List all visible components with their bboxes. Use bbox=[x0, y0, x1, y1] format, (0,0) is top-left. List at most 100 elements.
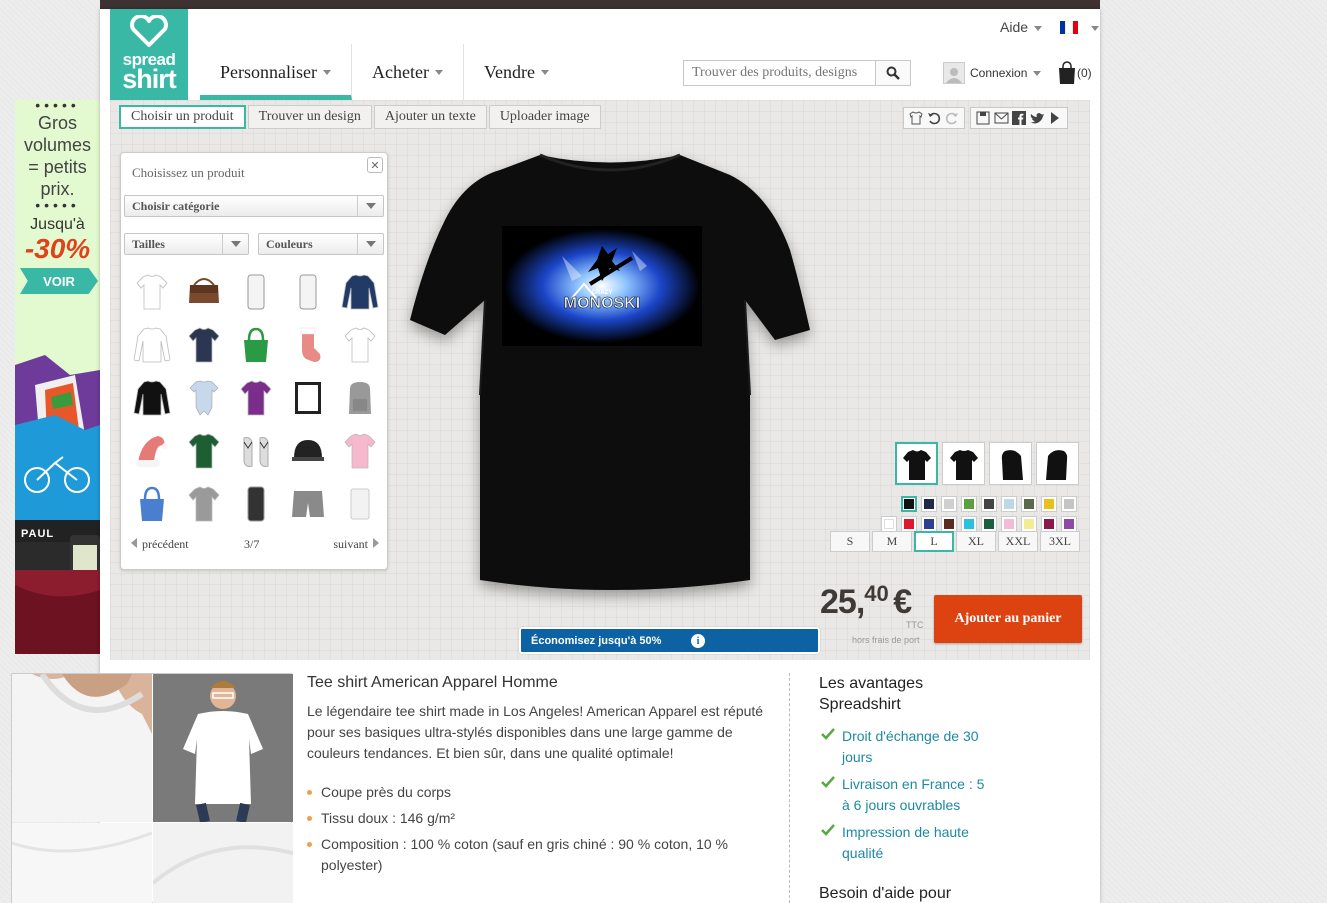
size-s[interactable]: S bbox=[830, 531, 870, 552]
color-swatch[interactable] bbox=[961, 496, 977, 512]
shirt-preview[interactable]: CRAZY MONOSKI bbox=[390, 140, 830, 610]
product-thumb-phone[interactable] bbox=[230, 477, 282, 530]
color-swatch[interactable] bbox=[1041, 496, 1057, 512]
tab-add-text[interactable]: Ajouter un texte bbox=[373, 105, 487, 129]
product-thumb-onesie[interactable] bbox=[178, 371, 230, 424]
prev-page-button[interactable]: précédent bbox=[131, 537, 189, 552]
product-thumb-tee[interactable] bbox=[230, 371, 282, 424]
category-select[interactable]: Choisir catégorie bbox=[124, 195, 384, 217]
product-thumb-santahat[interactable] bbox=[126, 424, 178, 477]
play-icon[interactable] bbox=[1046, 110, 1064, 126]
login-menu[interactable]: Connexion bbox=[943, 62, 1042, 84]
product-thumb-longsleeve[interactable] bbox=[334, 265, 386, 318]
redo-icon[interactable] bbox=[943, 110, 961, 126]
color-swatch[interactable] bbox=[901, 496, 917, 512]
product-thumb-tee[interactable] bbox=[334, 424, 386, 477]
advantage-item[interactable]: Impression de haute qualité bbox=[819, 822, 991, 864]
twitter-icon[interactable] bbox=[1028, 110, 1046, 126]
sizes-select[interactable]: Tailles bbox=[124, 233, 249, 255]
view-left[interactable] bbox=[989, 442, 1032, 485]
photo-neck-detail[interactable] bbox=[12, 674, 152, 822]
photo-fabric-detail[interactable] bbox=[153, 823, 293, 903]
advantage-item[interactable]: Livraison en France : 5 à 6 jours ouvrab… bbox=[819, 774, 991, 816]
email-icon[interactable] bbox=[992, 110, 1010, 126]
add-to-cart-button[interactable]: Ajouter au panier bbox=[934, 595, 1082, 643]
search-button[interactable] bbox=[875, 61, 910, 85]
color-swatch[interactable] bbox=[1061, 496, 1077, 512]
color-swatch[interactable] bbox=[1021, 496, 1037, 512]
view-right[interactable] bbox=[1036, 442, 1079, 485]
product-thumb-cap[interactable] bbox=[282, 424, 334, 477]
size-l[interactable]: L bbox=[914, 531, 954, 552]
save-icon[interactable] bbox=[974, 110, 992, 126]
product-thumb-tee[interactable] bbox=[178, 424, 230, 477]
product-thumb-flipflops[interactable] bbox=[230, 424, 282, 477]
size-xl[interactable]: XL bbox=[956, 531, 996, 552]
chevron-down-icon[interactable] bbox=[1091, 26, 1099, 31]
color-swatch[interactable] bbox=[981, 496, 997, 512]
product-thumb-shorts[interactable] bbox=[282, 477, 334, 530]
design-print[interactable]: CRAZY MONOSKI bbox=[502, 226, 702, 346]
photo-model[interactable] bbox=[153, 674, 293, 822]
search-input[interactable] bbox=[684, 61, 875, 85]
size-3xl[interactable]: 3XL bbox=[1040, 531, 1080, 552]
view-front[interactable] bbox=[895, 442, 938, 485]
product-thumb-frame[interactable] bbox=[282, 371, 334, 424]
product-thumb-mug[interactable] bbox=[334, 477, 386, 530]
product-thumb-tee[interactable] bbox=[126, 265, 178, 318]
color-swatch[interactable] bbox=[901, 516, 917, 532]
color-swatch[interactable] bbox=[881, 516, 897, 532]
product-thumb-bag[interactable] bbox=[178, 265, 230, 318]
shirt-icon[interactable] bbox=[907, 110, 925, 126]
view-back[interactable] bbox=[942, 442, 985, 485]
color-swatch[interactable] bbox=[1001, 496, 1017, 512]
france-flag-icon[interactable] bbox=[1060, 21, 1078, 34]
product-thumb-tee[interactable] bbox=[178, 477, 230, 530]
advantage-item[interactable]: Droit d'échange de 30 jours bbox=[819, 726, 991, 768]
color-swatch[interactable] bbox=[1061, 516, 1077, 532]
savings-banner[interactable]: Économisez jusqu'à 50% i bbox=[519, 627, 820, 654]
color-swatch[interactable] bbox=[961, 516, 977, 532]
color-swatch[interactable] bbox=[921, 516, 937, 532]
color-swatch[interactable] bbox=[1001, 516, 1017, 532]
color-swatch[interactable] bbox=[1041, 516, 1057, 532]
product-thumb-phone[interactable] bbox=[230, 265, 282, 318]
photo-shoulder-detail[interactable] bbox=[12, 823, 152, 903]
size-m[interactable]: M bbox=[872, 531, 912, 552]
tab-upload-image[interactable]: Uploader image bbox=[488, 105, 601, 129]
product-thumb-stocking[interactable] bbox=[282, 318, 334, 371]
color-swatch[interactable] bbox=[981, 516, 997, 532]
help-menu[interactable]: Aide bbox=[1000, 19, 1043, 35]
tab-find-design[interactable]: Trouver un design bbox=[247, 105, 372, 129]
product-thumb-tote[interactable] bbox=[230, 318, 282, 371]
product-thumb-tee[interactable] bbox=[178, 318, 230, 371]
price-cents: 40 bbox=[864, 581, 889, 606]
product-thumb-phone[interactable] bbox=[282, 265, 334, 318]
product-thumb-tee[interactable] bbox=[334, 318, 386, 371]
product-thumb-tote[interactable] bbox=[126, 477, 178, 530]
color-swatch[interactable] bbox=[1021, 516, 1037, 532]
nav-acheter[interactable]: Acheter bbox=[352, 44, 464, 100]
next-page-button[interactable]: suivant bbox=[333, 537, 379, 552]
size-xxl[interactable]: XXL bbox=[998, 531, 1038, 552]
promo-banner[interactable]: ••••• Gros volumes = petits prix. ••••• … bbox=[15, 100, 100, 654]
colors-select[interactable]: Couleurs bbox=[258, 233, 384, 255]
close-button[interactable]: ✕ bbox=[367, 157, 383, 173]
nav-vendre[interactable]: Vendre bbox=[464, 44, 569, 100]
color-swatch[interactable] bbox=[921, 496, 937, 512]
spreadshirt-logo[interactable]: spread shirt bbox=[110, 9, 188, 100]
undo-icon[interactable] bbox=[925, 110, 943, 126]
color-swatch[interactable] bbox=[941, 496, 957, 512]
voir-button[interactable]: VOIR bbox=[20, 268, 98, 294]
facebook-icon[interactable] bbox=[1010, 110, 1028, 126]
product-thumb-longsleeve[interactable] bbox=[126, 371, 178, 424]
advantage-text: Livraison en France : 5 à 6 jours ouvrab… bbox=[842, 776, 985, 813]
product-thumb-backpack[interactable] bbox=[334, 371, 386, 424]
tab-choose-product[interactable]: Choisir un produit bbox=[119, 105, 246, 129]
product-thumb-longsleeve[interactable] bbox=[126, 318, 178, 371]
color-swatch[interactable] bbox=[941, 516, 957, 532]
cart-button[interactable]: (0) bbox=[1057, 61, 1092, 85]
nav-personnaliser[interactable]: Personnaliser bbox=[200, 44, 352, 100]
info-icon[interactable]: i bbox=[691, 634, 705, 648]
longsleeve-icon bbox=[341, 274, 379, 309]
